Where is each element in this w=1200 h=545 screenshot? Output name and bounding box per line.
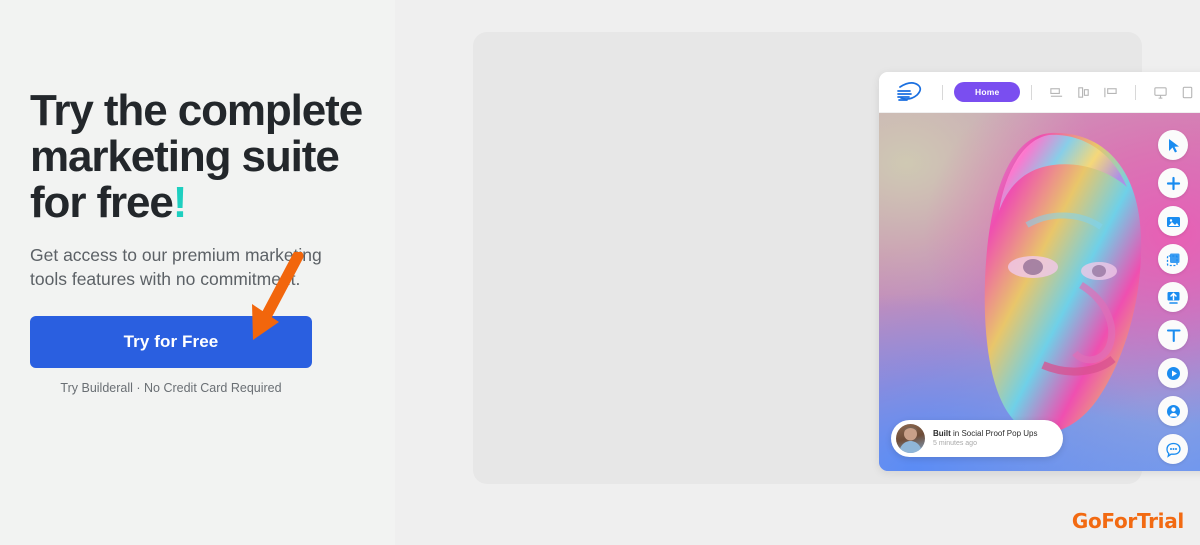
editor-stage: Home Built in Social Proof Pop Ups 5 min… [395, 0, 1200, 545]
editor-toolbar: Home [879, 72, 1200, 113]
select-cursor-icon[interactable] [1158, 130, 1188, 160]
video-icon[interactable] [1158, 358, 1188, 388]
page-root: Try the complete marketing suite for fre… [0, 0, 1200, 545]
chat-bubble-icon[interactable] [1158, 434, 1188, 464]
promo-subtext: Get access to our premium marketing tool… [30, 244, 322, 290]
promo-panel: Try the complete marketing suite for fre… [0, 0, 395, 545]
headline-exclamation: ! [172, 178, 188, 228]
image-icon[interactable] [1158, 206, 1188, 236]
layers-icon[interactable] [1158, 244, 1188, 274]
upload-icon[interactable] [1158, 282, 1188, 312]
avatar [896, 424, 925, 453]
page-title: Try the complete marketing suite for fre… [30, 86, 395, 228]
toolbar-divider [1135, 84, 1137, 100]
builderall-logo-icon[interactable] [895, 79, 925, 105]
gofortrial-watermark: GoForTrial [1071, 509, 1184, 533]
align-left-icon[interactable] [1049, 85, 1064, 100]
align-center-icon[interactable] [1076, 85, 1091, 100]
try-for-free-button[interactable]: Try for Free [30, 316, 312, 369]
website-editor-window: Home Built in Social Proof Pop Ups 5 min… [879, 72, 1200, 471]
editor-canvas: Built in Social Proof Pop Ups 5 minutes … [879, 113, 1200, 471]
popup-timestamp: 5 minutes ago [933, 440, 977, 448]
toolbar-divider [1031, 84, 1033, 100]
text-icon[interactable] [1158, 320, 1188, 350]
toolbar-divider [942, 84, 943, 100]
holographic-3d-face-image [984, 132, 1142, 434]
hero-image-pane[interactable]: Built in Social Proof Pop Ups 5 minutes … [879, 113, 1200, 471]
tablet-icon[interactable] [1180, 85, 1195, 100]
user-icon[interactable] [1158, 396, 1188, 426]
popup-title: Built in Social Proof Pop Ups [933, 429, 1038, 438]
popup-title-bold: Built [933, 428, 951, 438]
page-tab-home[interactable]: Home [954, 82, 1021, 102]
cta-note: Try Builderall · No Credit Card Required [60, 381, 282, 396]
headline-line-1: Try the complete [30, 86, 363, 135]
popup-text: Built in Social Proof Pop Ups 5 minutes … [933, 429, 1038, 448]
social-proof-popup[interactable]: Built in Social Proof Pop Ups 5 minutes … [891, 420, 1063, 457]
add-plus-icon[interactable] [1158, 168, 1188, 198]
desktop-icon[interactable] [1153, 85, 1168, 100]
editor-tool-rail [1154, 130, 1192, 464]
align-right-icon[interactable] [1103, 85, 1118, 100]
popup-title-rest: in Social Proof Pop Ups [950, 428, 1038, 438]
headline-line-3: for free [30, 178, 174, 228]
headline-line-2: marketing suite [30, 132, 340, 182]
